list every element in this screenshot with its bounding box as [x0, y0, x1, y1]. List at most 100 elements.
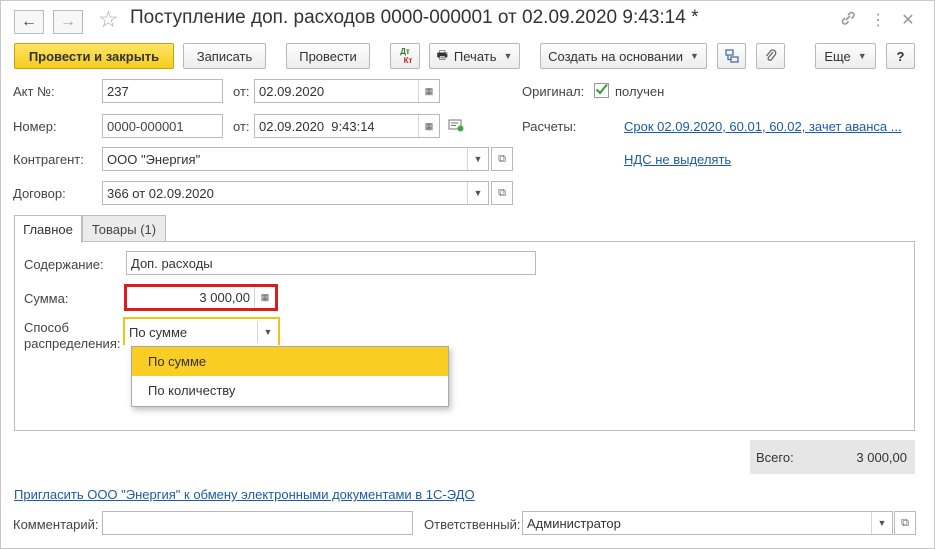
help-label: ? — [896, 48, 905, 64]
structure-button[interactable] — [717, 43, 746, 69]
dt-kt-button[interactable]: Дт Кт — [390, 43, 420, 69]
doc-date-field[interactable]: 02.09.2020 9:43:14 ▦ — [254, 114, 440, 138]
dt-kt-icon: Дт — [400, 47, 410, 56]
contract-field[interactable]: 366 от 02.09.2020 ▼ — [102, 181, 489, 205]
chevron-down-icon: ▼ — [857, 51, 867, 61]
act-date-field[interactable]: 02.09.2020 ▦ — [254, 79, 440, 103]
arrow-left-icon: ← — [21, 13, 37, 30]
dt-kt-icon-bottom: Кт — [403, 56, 413, 65]
favorite-star-icon[interactable]: ☆ — [98, 6, 119, 33]
number-value: 0000-000001 — [107, 118, 184, 134]
create-based-on-button[interactable]: Создать на основании ▼ — [540, 43, 707, 69]
post-and-close-label: Провести и закрыть — [28, 48, 160, 64]
vat-link[interactable]: НДС не выделять — [624, 152, 731, 167]
more-label: Еще — [824, 48, 851, 64]
distribution-method-label-1: Способ — [24, 320, 69, 335]
chevron-down-icon[interactable]: ▼ — [467, 182, 488, 204]
edit-number-icon[interactable] — [448, 118, 464, 135]
open-form-icon: ⧉ — [498, 186, 506, 199]
act-number-value: 237 — [107, 83, 129, 99]
more-button[interactable]: Еще ▼ — [815, 43, 876, 69]
close-icon[interactable]: ✕ — [898, 10, 918, 30]
structure-icon — [724, 49, 739, 63]
original-value: получен — [615, 84, 665, 99]
open-form-icon: ⧉ — [901, 516, 909, 529]
checkmark-icon — [595, 83, 608, 95]
attachment-button[interactable] — [756, 43, 785, 69]
create-based-on-label: Создать на основании — [548, 48, 683, 64]
printer-icon: 🖶 — [436, 47, 448, 62]
tab-main-label: Главное — [23, 222, 73, 237]
save-label: Записать — [196, 48, 253, 64]
original-checkbox[interactable] — [594, 83, 609, 98]
responsible-label: Ответственный: — [424, 517, 521, 532]
counterparty-open-button[interactable]: ⧉ — [491, 147, 513, 171]
post-label: Провести — [299, 48, 357, 64]
distribution-method-select[interactable]: По сумме ▼ — [123, 317, 280, 345]
sum-label: Сумма: — [24, 291, 69, 306]
post-and-close-button[interactable]: Провести и закрыть — [14, 43, 174, 69]
number-field[interactable]: 0000-000001 — [102, 114, 223, 138]
total-box: Всего: 3 000,00 — [750, 440, 915, 474]
distribution-method-dropdown: По сумме По количеству — [131, 346, 449, 407]
calendar-icon[interactable]: ▦ — [418, 80, 439, 102]
tab-goods-label: Товары (1) — [91, 221, 157, 237]
doc-date-value: 02.09.2020 9:43:14 — [259, 118, 375, 134]
number-label: Номер: — [13, 119, 57, 134]
help-button[interactable]: ? — [886, 43, 915, 69]
contract-label: Договор: — [13, 186, 66, 201]
responsible-value: Администратор — [527, 515, 621, 531]
dropdown-option-by-quantity-label: По количеству — [148, 383, 236, 398]
sum-value: 3 000,00 — [199, 290, 250, 305]
comment-field[interactable] — [102, 511, 413, 535]
contract-value: 366 от 02.09.2020 — [107, 185, 214, 201]
chevron-down-icon[interactable]: ▼ — [871, 512, 892, 534]
sum-field[interactable]: 3 000,00 ▦ — [124, 284, 278, 311]
tab-goods[interactable]: Товары (1) — [82, 215, 166, 242]
chevron-down-icon[interactable]: ▼ — [467, 148, 488, 170]
chevron-down-icon: ▼ — [689, 51, 699, 61]
comment-label: Комментарий: — [13, 517, 99, 532]
invite-edo-link[interactable]: Пригласить ООО "Энергия" к обмену электр… — [14, 487, 475, 502]
settlements-label: Расчеты: — [522, 119, 577, 134]
responsible-field[interactable]: Администратор ▼ — [522, 511, 893, 535]
counterparty-value: ООО "Энергия" — [107, 151, 201, 167]
arrow-right-icon: → — [60, 13, 76, 30]
counterparty-label: Контрагент: — [13, 152, 84, 167]
back-button[interactable]: ← — [14, 10, 44, 34]
print-button[interactable]: 🖶 Печать ▼ — [429, 43, 520, 69]
chevron-down-icon: ▼ — [503, 51, 513, 61]
chevron-down-icon[interactable]: ▼ — [257, 321, 278, 343]
doc-date-from-label: от: — [233, 119, 250, 134]
calendar-icon[interactable]: ▦ — [418, 115, 439, 137]
open-form-icon: ⧉ — [498, 152, 506, 165]
dropdown-option-by-sum-label: По сумме — [148, 354, 207, 369]
act-date-value: 02.09.2020 — [259, 83, 325, 99]
total-value: 3 000,00 — [856, 449, 907, 465]
calculator-icon[interactable]: ▦ — [254, 287, 275, 308]
content-label: Содержание: — [24, 257, 104, 272]
dropdown-option-by-quantity[interactable]: По количеству — [132, 376, 448, 405]
content-value: Доп. расходы — [131, 255, 213, 271]
total-label: Всего: — [756, 449, 794, 465]
distribution-method-label-2: распределения: — [24, 336, 121, 351]
counterparty-field[interactable]: ООО "Энергия" ▼ — [102, 147, 489, 171]
forward-button[interactable]: → — [53, 10, 83, 34]
act-date-from-label: от: — [233, 84, 250, 99]
original-label: Оригинал: — [522, 84, 585, 99]
link-icon[interactable] — [838, 10, 858, 31]
content-field[interactable]: Доп. расходы — [126, 251, 536, 275]
tab-main[interactable]: Главное — [14, 215, 82, 243]
print-label: Печать — [453, 48, 497, 64]
contract-open-button[interactable]: ⧉ — [491, 181, 513, 205]
paperclip-icon — [765, 49, 776, 61]
act-number-label: Акт №: — [13, 84, 55, 99]
settlements-link[interactable]: Срок 02.09.2020, 60.01, 60.02, зачет ава… — [624, 119, 902, 134]
more-vertical-icon[interactable]: ⋮ — [868, 10, 888, 30]
distribution-method-value: По сумме — [129, 324, 188, 340]
post-button[interactable]: Провести — [286, 43, 370, 69]
dropdown-option-by-sum[interactable]: По сумме — [132, 347, 448, 376]
responsible-open-button[interactable]: ⧉ — [894, 511, 916, 535]
act-number-field[interactable]: 237 — [102, 79, 223, 103]
save-button[interactable]: Записать — [183, 43, 266, 69]
